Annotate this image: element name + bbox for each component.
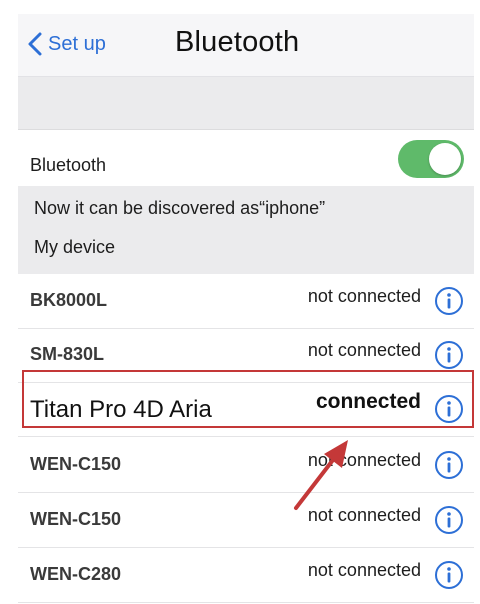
device-row[interactable]: WEN-C150 not connected [18, 438, 474, 493]
section-header-my-devices: My device [34, 237, 116, 257]
bluetooth-label: Bluetooth [30, 155, 107, 175]
info-icon[interactable] [434, 505, 464, 535]
device-name: WEN-C150 [30, 509, 122, 529]
info-icon[interactable] [434, 560, 464, 590]
device-name: Titan Pro 4D Aria [30, 396, 212, 423]
device-row[interactable]: WEN-C150 not connected [18, 493, 474, 548]
device-name: SM-830L [30, 344, 105, 364]
section-spacer [18, 77, 474, 129]
bluetooth-settings-screen: Set up Bluetooth Bluetooth Now it can be… [18, 14, 474, 603]
info-icon[interactable] [434, 450, 464, 480]
back-button[interactable]: Set up [24, 31, 106, 57]
page-title: Bluetooth [175, 26, 300, 58]
device-row[interactable]: SM-830L not connected [18, 328, 474, 383]
device-name: BK8000L [30, 290, 108, 310]
info-icon[interactable] [434, 340, 464, 370]
toggle-knob [429, 143, 461, 175]
bluetooth-toggle[interactable] [398, 140, 464, 178]
device-row[interactable]: WEN-C280 not connected [18, 548, 474, 603]
discoverable-info: Now it can be discovered as“iphone” My d… [18, 186, 474, 274]
device-status: not connected [307, 505, 421, 525]
device-status: connected [315, 390, 421, 413]
device-status: not connected [307, 286, 421, 306]
back-label: Set up [48, 32, 106, 55]
discoverable-text: Now it can be discovered as“iphone” [34, 198, 326, 218]
device-status: not connected [307, 450, 421, 470]
device-row[interactable]: BK8000L not connected [18, 274, 474, 329]
chevron-left-icon [28, 32, 42, 56]
info-icon[interactable] [434, 286, 464, 316]
device-status: not connected [307, 340, 421, 360]
device-name: WEN-C280 [30, 564, 122, 584]
device-row-connected[interactable]: Titan Pro 4D Aria connected [18, 382, 474, 437]
info-icon[interactable] [434, 394, 464, 424]
device-list: BK8000L not connected SM-830L not connec… [18, 274, 474, 604]
device-name: WEN-C150 [30, 454, 122, 474]
device-status: not connected [307, 560, 421, 580]
bluetooth-toggle-row: Bluetooth [18, 129, 474, 187]
navigation-bar: Set up Bluetooth [18, 14, 474, 77]
